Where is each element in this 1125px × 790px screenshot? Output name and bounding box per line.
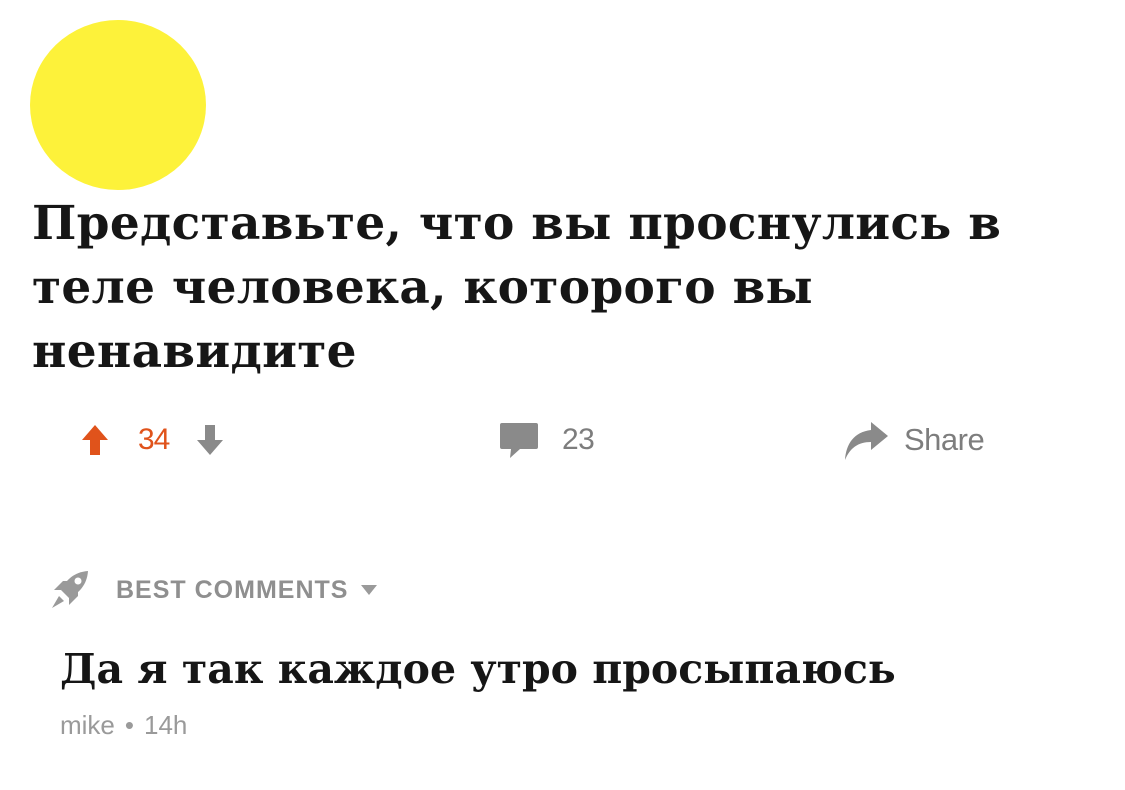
upvote-button[interactable] bbox=[80, 423, 110, 457]
comment-sort-dropdown[interactable]: BEST COMMENTS bbox=[48, 568, 378, 612]
downvote-button[interactable] bbox=[195, 423, 225, 457]
post-action-bar: 34 23 Share bbox=[0, 410, 1125, 470]
chevron-down-icon bbox=[361, 585, 378, 595]
comment-author[interactable]: mike bbox=[60, 710, 115, 741]
comment-sort-label: BEST COMMENTS bbox=[116, 575, 349, 604]
share-label: Share bbox=[904, 422, 985, 457]
downvote-arrow-icon bbox=[197, 425, 224, 455]
comment-age: 14h bbox=[144, 710, 188, 740]
comment-item[interactable]: Да я так каждое утро просыпаюсь mike • 1… bbox=[60, 640, 1100, 741]
upvote-arrow-icon bbox=[82, 425, 108, 455]
post-title: Представьте, что вы проснулись в теле че… bbox=[32, 196, 1002, 379]
avatar[interactable] bbox=[30, 20, 206, 190]
meta-separator: • bbox=[124, 710, 135, 740]
post-score: 34 bbox=[138, 423, 170, 456]
share-button[interactable]: Share bbox=[840, 410, 985, 470]
rocket-icon bbox=[52, 571, 88, 608]
comment-bubble-icon bbox=[500, 423, 538, 458]
comment-count: 23 bbox=[562, 423, 595, 456]
vote-group: 34 bbox=[80, 410, 225, 470]
comment-body: Да я так каждое утро просыпаюсь bbox=[60, 645, 896, 693]
comments-button[interactable]: 23 bbox=[498, 410, 595, 470]
comment-meta: mike • 14h bbox=[60, 710, 1100, 741]
share-arrow-icon bbox=[845, 422, 888, 460]
